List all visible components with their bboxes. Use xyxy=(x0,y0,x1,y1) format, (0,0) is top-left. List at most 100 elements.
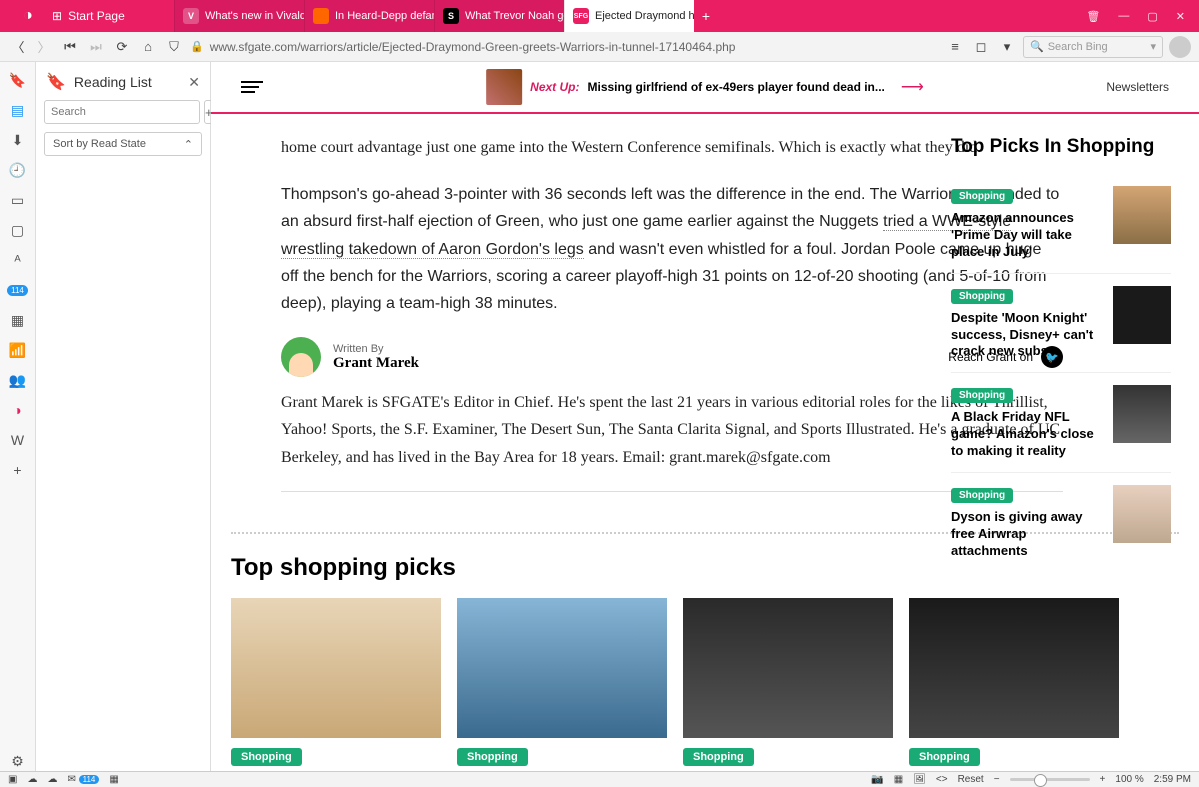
shield-icon[interactable]: ⛉ xyxy=(164,37,184,57)
wiki-icon[interactable]: W xyxy=(6,430,30,450)
reading-list-panel: 🔖 Reading List ✕ + ✓ Sort by Read State … xyxy=(36,62,211,771)
panel-close-button[interactable]: ✕ xyxy=(188,74,200,91)
tab-start-page[interactable]: ⊞ Start Page xyxy=(44,0,174,32)
code-icon[interactable]: <> xyxy=(936,774,948,785)
card-image xyxy=(457,598,667,738)
maximize-button[interactable]: ▢ xyxy=(1147,10,1157,23)
shopping-card[interactable]: Shopping xyxy=(909,598,1119,766)
new-tab-button[interactable]: + xyxy=(694,0,718,32)
site-header: Next Up: Missing girlfriend of ex-49ers … xyxy=(211,62,1199,114)
author-bio: Grant Marek is SFGATE's Editor in Chief.… xyxy=(281,389,1063,492)
shopping-tag: Shopping xyxy=(951,189,1013,204)
search-field[interactable]: 🔍 Search Bing ▾ xyxy=(1023,36,1163,58)
zoom-slider[interactable] xyxy=(1010,778,1090,781)
shopping-tag: Shopping xyxy=(951,388,1013,403)
vivaldi-icon[interactable]: ◑ xyxy=(6,400,30,420)
tab-trevor-noah[interactable]: S What Trevor Noah got wro xyxy=(434,0,564,32)
panel-search-input[interactable] xyxy=(44,100,200,124)
article-para: home court advantage just one game into … xyxy=(281,134,1063,161)
reading-list-icon[interactable]: ▤ xyxy=(6,100,30,120)
reload-button[interactable]: ⟳ xyxy=(112,37,132,57)
menu-icon[interactable] xyxy=(241,81,263,93)
bookmark-ribbon-icon: 🔖 xyxy=(46,72,66,92)
shopping-tag: Shopping xyxy=(231,748,302,766)
shopping-tag: Shopping xyxy=(909,748,980,766)
next-up-widget[interactable]: Next Up: Missing girlfriend of ex-49ers … xyxy=(486,69,924,105)
sync-icon[interactable]: ☁ xyxy=(27,774,37,785)
rewind-button[interactable]: ⏮ xyxy=(60,37,80,57)
tab-label: What Trevor Noah got wro xyxy=(465,10,564,22)
forward-button[interactable]: 〉 xyxy=(34,37,54,57)
panel-toggle-icon[interactable]: ▣ xyxy=(8,774,17,785)
reader-icon[interactable]: ≡ xyxy=(945,37,965,57)
card-image xyxy=(683,598,893,738)
pick-item[interactable]: ShoppingDespite 'Moon Knight' success, D… xyxy=(951,273,1171,373)
pick-item[interactable]: ShoppingDyson is giving away free Airwra… xyxy=(951,472,1171,572)
author-name: Grant Marek xyxy=(333,355,419,372)
chat-icon[interactable]: 114 xyxy=(6,280,30,300)
pick-title: A Black Friday NFL game? Amazon's close … xyxy=(951,409,1103,460)
panel-sort-select[interactable]: Sort by Read State ⌃ xyxy=(44,132,202,156)
feeds-icon[interactable]: 📶 xyxy=(6,340,30,360)
close-button[interactable]: ✕ xyxy=(1176,10,1185,23)
downloads-icon[interactable]: ⬇ xyxy=(6,130,30,150)
calendar-icon[interactable]: ▦ xyxy=(6,310,30,330)
back-button[interactable]: 〈 xyxy=(8,37,28,57)
tab-label: What's new in Vivaldi | Viv xyxy=(205,10,304,22)
minimize-button[interactable]: — xyxy=(1118,10,1129,22)
clock: 2:59 PM xyxy=(1154,774,1191,785)
calendar-status-icon[interactable]: ▦ xyxy=(109,774,118,785)
vivaldi-logo-icon[interactable]: ◑ xyxy=(12,0,44,32)
dropdown-icon[interactable]: ▾ xyxy=(997,37,1017,57)
image-icon[interactable]: 🖼 xyxy=(913,774,926,785)
shopping-tag: Shopping xyxy=(951,289,1013,304)
bookmark-icon[interactable]: ◻ xyxy=(971,37,991,57)
tab-heard-depp[interactable]: In Heard-Depp defamation xyxy=(304,0,434,32)
pick-title: Amazon announces 'Prime Day will take pl… xyxy=(951,210,1103,261)
pick-item[interactable]: Shopping Amazon announces 'Prime Day will… xyxy=(951,174,1171,273)
history-icon[interactable]: 🕘 xyxy=(6,160,30,180)
tab-label: Ejected Draymond has NS xyxy=(595,10,694,22)
shopping-cards: Shopping Shopping Shopping Shopping xyxy=(211,598,1199,766)
capture-icon[interactable]: 📷 xyxy=(871,774,883,785)
add-panel-icon[interactable]: + xyxy=(6,460,30,480)
top-picks-sidebar: Top Picks In Shopping Shopping Amazon ann… xyxy=(951,136,1171,572)
page-content[interactable]: Next Up: Missing girlfriend of ex-49ers … xyxy=(211,62,1199,771)
profile-avatar[interactable] xyxy=(1169,36,1191,58)
shopping-card[interactable]: Shopping xyxy=(457,598,667,766)
settings-icon[interactable]: ⚙ xyxy=(6,751,30,771)
window-icon[interactable]: ▢ xyxy=(6,220,30,240)
mail-icon[interactable]: ✉ 114 xyxy=(67,774,99,785)
fastforward-button[interactable]: ⏭ xyxy=(86,37,106,57)
panel-header: 🔖 Reading List ✕ xyxy=(36,62,210,100)
chevron-down-icon: ▾ xyxy=(1150,40,1156,53)
sync2-icon[interactable]: ☁ xyxy=(47,774,57,785)
url-field[interactable]: 🔒 www.sfgate.com/warriors/article/Ejecte… xyxy=(190,40,939,54)
tab-draymond-active[interactable]: SFG Ejected Draymond has NS xyxy=(564,0,694,32)
translate-icon[interactable]: ᴬ xyxy=(6,250,30,270)
shopping-card[interactable]: Shopping xyxy=(231,598,441,766)
zoom-reset[interactable]: Reset xyxy=(958,774,984,785)
tiling-icon[interactable]: ▦ xyxy=(894,774,903,785)
notes-icon[interactable]: ▭ xyxy=(6,190,30,210)
zoom-in-icon[interactable]: + xyxy=(1100,774,1106,785)
trash-icon[interactable]: 🗑 xyxy=(1086,10,1100,23)
arrow-right-icon: ⟶ xyxy=(901,77,924,97)
pick-item[interactable]: Shopping A Black Friday NFL game? Amazon'… xyxy=(951,372,1171,472)
author-byline: Written By Grant Marek Reach Grant on 🐦 xyxy=(281,337,1063,377)
panel-title: Reading List xyxy=(74,74,180,90)
pick-thumb xyxy=(1113,186,1171,244)
author-meta: Written By Grant Marek xyxy=(333,343,419,372)
bookmarks-icon[interactable]: 🔖 xyxy=(6,70,30,90)
shopping-card[interactable]: Shopping xyxy=(683,598,893,766)
home-button[interactable]: ⌂ xyxy=(138,37,158,57)
zoom-out-icon[interactable]: − xyxy=(994,774,1000,785)
zoom-level: 100 % xyxy=(1115,774,1143,785)
top-picks-heading: Top Picks In Shopping xyxy=(951,136,1171,158)
edge-spacer xyxy=(0,0,12,32)
newsletters-link[interactable]: Newsletters xyxy=(1106,80,1169,94)
tab-vivaldi-news[interactable]: V What's new in Vivaldi | Viv xyxy=(174,0,304,32)
sort-label: Sort by Read State xyxy=(53,138,146,150)
favicon-sfg-icon: SFG xyxy=(573,8,589,24)
contacts-icon[interactable]: 👥 xyxy=(6,370,30,390)
